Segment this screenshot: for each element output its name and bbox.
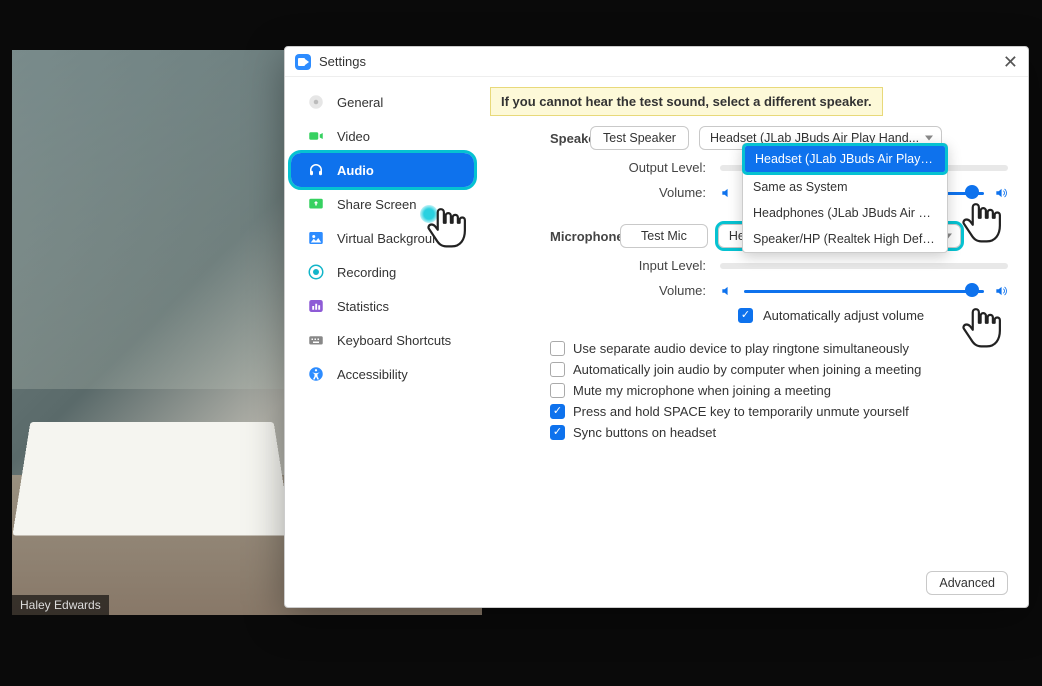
accessibility-icon — [307, 365, 325, 383]
space-unmute-label: Press and hold SPACE key to temporarily … — [573, 404, 909, 419]
gear-icon — [307, 93, 325, 111]
sidebar-item-keyboard-shortcuts[interactable]: Keyboard Shortcuts — [291, 323, 474, 357]
sync-headset-label: Sync buttons on headset — [573, 425, 716, 440]
mute-mic-label: Mute my microphone when joining a meetin… — [573, 383, 831, 398]
auto-join-audio-label: Automatically join audio by computer whe… — [573, 362, 921, 377]
speaker-heading: Speaker — [490, 131, 590, 146]
sidebar-item-label: Video — [337, 129, 370, 144]
volume-high-icon — [994, 284, 1008, 298]
settings-sidebar: General Video Audio Share Screen — [285, 77, 480, 607]
participant-name: Haley Edwards — [12, 595, 109, 615]
output-level-label: Output Level: — [490, 160, 720, 175]
auto-join-audio-checkbox[interactable] — [550, 362, 565, 377]
separate-audio-label: Use separate audio device to play ringto… — [573, 341, 909, 356]
input-level-label: Input Level: — [490, 258, 720, 273]
sidebar-item-label: Accessibility — [337, 367, 408, 382]
sidebar-item-label: General — [337, 95, 383, 110]
sidebar-item-label: Share Screen — [337, 197, 417, 212]
auto-adjust-volume-checkbox[interactable] — [738, 308, 753, 323]
headphones-icon — [307, 161, 325, 179]
speaker-volume-label: Volume: — [490, 185, 720, 200]
volume-low-icon — [720, 186, 734, 200]
mute-mic-checkbox[interactable] — [550, 383, 565, 398]
sidebar-item-label: Statistics — [337, 299, 389, 314]
recording-icon — [307, 263, 325, 281]
keyboard-icon — [307, 331, 325, 349]
virtual-bg-icon — [307, 229, 325, 247]
separate-audio-checkbox[interactable] — [550, 341, 565, 356]
sync-headset-checkbox[interactable] — [550, 425, 565, 440]
window-title: Settings — [319, 54, 366, 69]
sidebar-item-general[interactable]: General — [291, 85, 474, 119]
statistics-icon — [307, 297, 325, 315]
audio-settings-panel: If you cannot hear the test sound, selec… — [480, 77, 1028, 607]
mic-volume-slider[interactable] — [744, 288, 984, 294]
space-unmute-checkbox[interactable] — [550, 404, 565, 419]
sidebar-item-statistics[interactable]: Statistics — [291, 289, 474, 323]
zoom-app-icon — [295, 54, 311, 70]
speaker-option[interactable]: Headphones (JLab JBuds Air Play Stereo) — [743, 200, 947, 226]
share-screen-icon — [307, 195, 325, 213]
sidebar-item-virtual-background[interactable]: Virtual Background — [291, 221, 474, 255]
sidebar-item-share-screen[interactable]: Share Screen — [291, 187, 474, 221]
speaker-option-selected[interactable]: Headset (JLab JBuds Air Play Hands-Fre..… — [745, 146, 945, 172]
sidebar-item-accessibility[interactable]: Accessibility — [291, 357, 474, 391]
video-icon — [307, 127, 325, 145]
sidebar-item-video[interactable]: Video — [291, 119, 474, 153]
speaker-option[interactable]: Speaker/HP (Realtek High Definition Au..… — [743, 226, 947, 252]
microphone-heading: Microphone — [490, 229, 620, 244]
sidebar-item-label: Virtual Background — [337, 231, 447, 246]
mic-volume-label: Volume: — [490, 283, 720, 298]
advanced-button[interactable]: Advanced — [926, 571, 1008, 595]
sidebar-item-audio[interactable]: Audio — [291, 153, 474, 187]
sidebar-item-recording[interactable]: Recording — [291, 255, 474, 289]
settings-window: Settings ✕ General Video Audio — [284, 46, 1029, 608]
titlebar: Settings ✕ — [285, 47, 1028, 77]
input-level-meter — [720, 263, 1008, 269]
speaker-option[interactable]: Same as System — [743, 174, 947, 200]
close-button[interactable]: ✕ — [1003, 53, 1018, 71]
hint-banner: If you cannot hear the test sound, selec… — [490, 87, 883, 116]
auto-adjust-label: Automatically adjust volume — [763, 308, 924, 323]
sidebar-item-label: Recording — [337, 265, 396, 280]
sidebar-item-label: Audio — [337, 163, 374, 178]
test-mic-button[interactable]: Test Mic — [620, 224, 708, 248]
sidebar-item-label: Keyboard Shortcuts — [337, 333, 451, 348]
test-speaker-button[interactable]: Test Speaker — [590, 126, 689, 150]
speaker-dropdown: Headset (JLab JBuds Air Play Hands-Fre..… — [742, 143, 948, 253]
volume-high-icon — [994, 186, 1008, 200]
volume-low-icon — [720, 284, 734, 298]
